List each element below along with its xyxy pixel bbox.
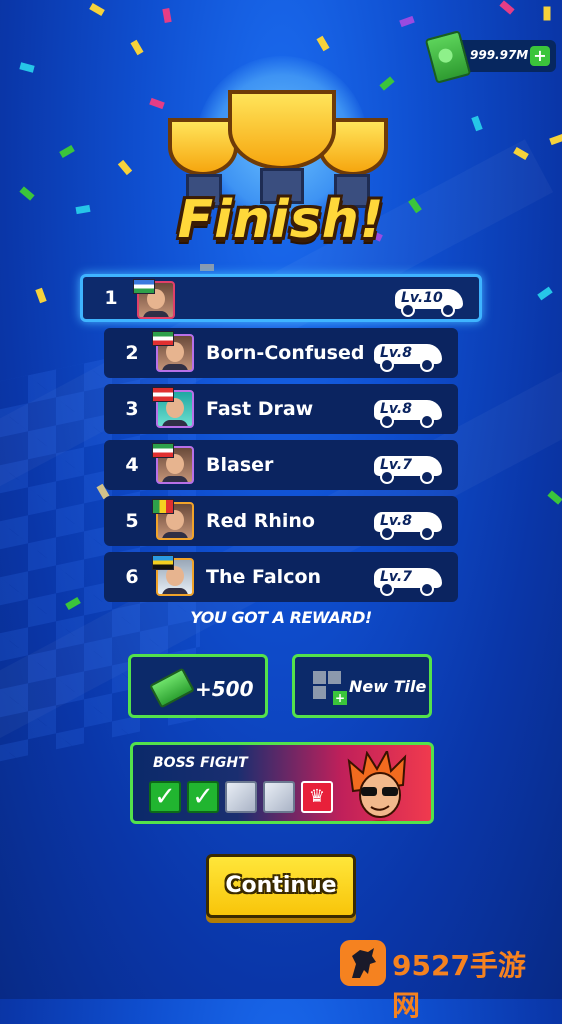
leaderboard-row[interactable]: 2 Born-Confused Lv.8 bbox=[104, 328, 458, 378]
plus-icon: + bbox=[333, 691, 347, 705]
crown-icon: ♛ bbox=[301, 781, 333, 813]
leaderboard-row-player[interactable]: 1 Lv.10 bbox=[80, 274, 482, 322]
player-name: Red Rhino bbox=[206, 510, 315, 532]
flag-icon bbox=[152, 499, 174, 514]
watermark-text: 9527手游网 bbox=[392, 949, 526, 1022]
leaderboard-row[interactable]: 6 The Falcon Lv.7 bbox=[104, 552, 458, 602]
level-badge: Lv.8 bbox=[374, 340, 446, 372]
rank-number: 3 bbox=[125, 398, 139, 420]
continue-button[interactable]: Continue bbox=[206, 854, 356, 918]
tile-reward-card: + New Tile bbox=[292, 654, 432, 718]
cash-icon bbox=[424, 30, 472, 84]
level-badge: Lv.8 bbox=[374, 508, 446, 540]
check-icon: ✓ bbox=[187, 781, 219, 813]
leaderboard-row[interactable]: 5 Red Rhino Lv.8 bbox=[104, 496, 458, 546]
reward-heading: YOU GOT A REWARD! bbox=[190, 608, 372, 627]
check-icon: ✓ bbox=[149, 781, 181, 813]
finish-title: Finish! bbox=[177, 190, 385, 250]
add-currency-button[interactable]: + bbox=[530, 46, 550, 66]
flag-icon bbox=[152, 443, 174, 458]
tile-reward-label: New Tile bbox=[349, 677, 427, 696]
rank-number: 4 bbox=[125, 454, 139, 476]
locked-step bbox=[263, 781, 295, 813]
level-badge: Lv.10 bbox=[395, 285, 467, 317]
leaderboard-row[interactable]: 4 Blaser Lv.7 bbox=[104, 440, 458, 490]
player-name: Blaser bbox=[206, 454, 274, 476]
level-badge: Lv.7 bbox=[374, 564, 446, 596]
locked-step bbox=[225, 781, 257, 813]
currency-display: 999.97M + bbox=[424, 30, 556, 84]
player-name: Fast Draw bbox=[206, 398, 314, 420]
watermark: 9527手游网 bbox=[340, 940, 540, 1022]
level-badge: Lv.8 bbox=[374, 396, 446, 428]
flag-icon bbox=[152, 387, 174, 402]
cash-reward-card: +500 bbox=[128, 654, 268, 718]
flag-icon bbox=[152, 555, 174, 570]
tile-icon: + bbox=[313, 671, 347, 705]
rank-number: 2 bbox=[125, 342, 139, 364]
player-name: The Falcon bbox=[206, 566, 322, 588]
boss-fight-title: BOSS FIGHT bbox=[153, 755, 248, 771]
flag-icon bbox=[133, 279, 155, 294]
boss-avatar bbox=[345, 748, 415, 821]
cash-icon bbox=[149, 667, 195, 709]
level-badge: Lv.7 bbox=[374, 452, 446, 484]
currency-value: 999.97M bbox=[470, 48, 529, 62]
rank-number: 6 bbox=[125, 566, 139, 588]
boss-fight-progress: BOSS FIGHT ✓ ✓ ♛ bbox=[130, 742, 434, 824]
leaderboard-row[interactable]: 3 Fast Draw Lv.8 bbox=[104, 384, 458, 434]
player-name: Born-Confused bbox=[206, 342, 365, 364]
flag-icon bbox=[152, 331, 174, 346]
rank-number: 5 bbox=[125, 510, 139, 532]
rank-number: 1 bbox=[104, 287, 118, 309]
cash-reward-amount: +500 bbox=[195, 677, 254, 701]
horse-logo-icon bbox=[340, 940, 386, 986]
